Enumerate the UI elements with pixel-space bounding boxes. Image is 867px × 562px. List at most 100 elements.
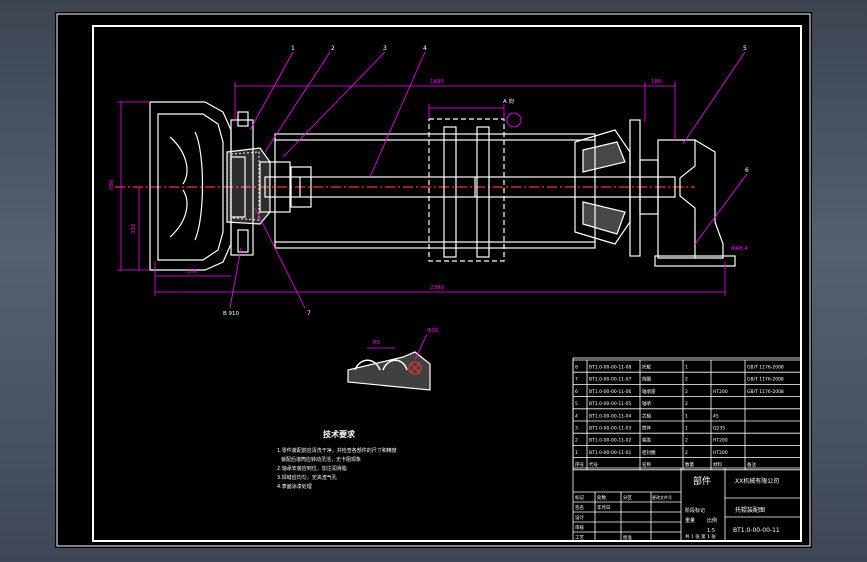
bom-header-cell: 数量 bbox=[685, 461, 694, 468]
bom-cell: HT200 bbox=[713, 389, 728, 395]
bom-cell: 筒体 bbox=[642, 425, 651, 432]
sheet-info: 共 1 张 第 1 张 bbox=[685, 533, 716, 540]
bom-cell: 45 bbox=[713, 413, 719, 419]
sign-cell-1: 标记 bbox=[575, 494, 584, 501]
bom-header-cell: 序号 bbox=[575, 461, 584, 468]
title-block-text: 部件 XX机械有限公司 托辊装配图 BT1.0-00-00-11 阶段标记 重量… bbox=[575, 475, 780, 541]
right-flange bbox=[629, 119, 641, 257]
leader-4 bbox=[369, 51, 426, 178]
leader-number-2: 2 bbox=[331, 45, 335, 52]
sign-cell-4: 更改文件号 bbox=[652, 494, 672, 500]
leader-number-6: 6 bbox=[745, 167, 749, 174]
bom-cell: 1 bbox=[685, 426, 688, 432]
dim-text-top-span: 1890 bbox=[430, 79, 444, 85]
motor-coupling bbox=[657, 139, 696, 259]
bom-cell: 3 bbox=[575, 426, 578, 432]
detail-label-right: Φ36 bbox=[427, 328, 439, 334]
assembly-name: 托辊装配图 bbox=[735, 506, 765, 514]
stage-marks: 阶段标记 bbox=[685, 507, 705, 514]
part-name: 部件 bbox=[693, 475, 711, 487]
bom-cell: 2 bbox=[685, 389, 688, 395]
bom-cell: BT1.0-00-00-11-08 bbox=[589, 365, 632, 371]
bom-cell: 1 bbox=[575, 450, 578, 456]
bom-cell: 密封圈 bbox=[642, 449, 656, 456]
bom-cell: BT1.0-00-00-11-07 bbox=[589, 377, 632, 383]
leader-view bbox=[229, 247, 242, 309]
bom-cell: 2 bbox=[575, 438, 578, 444]
leader-5 bbox=[682, 51, 746, 145]
drawing-canvas: 1 2 3 4 5 6 7 1890 180 2380 100 680 310 … bbox=[56, 13, 811, 547]
bom-cell: BT1.0-00-00-11-04 bbox=[589, 413, 632, 419]
drawing-number: BT1.0-00-00-11 bbox=[733, 527, 780, 534]
dim-text-bottom-left: 100 bbox=[187, 269, 198, 275]
bom-cell: 端盖 bbox=[642, 437, 651, 444]
leader-number-4: 4 bbox=[423, 45, 427, 52]
sign-cell-5: 签名 bbox=[575, 504, 584, 511]
view-label: B 910 bbox=[223, 311, 240, 317]
scale-value: 1:5 bbox=[707, 528, 715, 534]
tech-note-4: 3.焊缝应均匀，无夹渣气孔 bbox=[277, 474, 337, 481]
pulley-web-curve bbox=[194, 131, 204, 241]
role-review: 审核 bbox=[575, 524, 584, 531]
role-design: 设计 bbox=[575, 514, 584, 521]
bom-cell: 托辊 bbox=[642, 364, 651, 371]
bom-cell: BT1.0-00-00-11-06 bbox=[589, 389, 632, 395]
tech-note-5: 4.表面涂漆处理 bbox=[277, 483, 312, 490]
bom-cell: 1 bbox=[685, 413, 688, 419]
leader-number-7: 7 bbox=[307, 310, 311, 317]
bom-cell: GB/T 1176-2008 bbox=[747, 389, 784, 395]
tech-requirements: 技术要求 1.零件装配前应清洗干净，并检查各部件的尺寸和精度 装配后滚筒应转动灵… bbox=[277, 429, 397, 490]
sign-cell-2: 处数 bbox=[597, 494, 606, 501]
bom-cell: GB/T 1176-2008 bbox=[747, 377, 784, 383]
role-process: 工艺 bbox=[575, 535, 584, 541]
bom-cell: GB/T 1176-2008 bbox=[747, 365, 784, 371]
bom-cell: BT1.0-00-00-11-05 bbox=[589, 401, 632, 407]
bom-cell: 芯轴 bbox=[642, 412, 651, 419]
assembly-view bbox=[115, 101, 736, 271]
bom-cell: BT1.0-00-00-11-03 bbox=[589, 426, 632, 432]
sign-cell-3: 分区 bbox=[623, 494, 632, 501]
bom-cell: 8 bbox=[575, 365, 578, 371]
weld-mark bbox=[506, 112, 522, 128]
left-flange-bottom-bolt bbox=[237, 229, 249, 253]
section-label: A 向 bbox=[503, 97, 514, 105]
left-bearing bbox=[226, 147, 271, 225]
leader-number-5: 5 bbox=[743, 45, 747, 52]
bom-cell: HT200 bbox=[713, 450, 728, 456]
right-bearing-upper bbox=[582, 141, 626, 173]
bom-cell: HT200 bbox=[713, 438, 728, 444]
inner-plate-b bbox=[476, 126, 490, 258]
bom-table-text: 8 BT1.0-00-00-11-08 托辊 1 GB/T 1176-2008 7 BT1.… bbox=[575, 364, 784, 469]
cad-viewport: 1 2 3 4 5 6 7 1890 180 2380 100 680 310 … bbox=[0, 0, 867, 562]
bom-cell: 2 bbox=[685, 401, 688, 407]
bom-cell: 2 bbox=[685, 377, 688, 383]
bom-header-cell: 代号 bbox=[589, 461, 598, 468]
inner-frame bbox=[92, 25, 802, 542]
tech-note-2: 装配后滚筒应转动灵活，无卡阻现象 bbox=[281, 456, 361, 463]
leader-number-3: 3 bbox=[383, 45, 387, 52]
bom-cell: 挡圈 bbox=[642, 376, 651, 383]
bom-cell: 4 bbox=[575, 413, 578, 419]
company-name: XX机械有限公司 bbox=[735, 477, 779, 485]
dim-text-left-h2: 310 bbox=[131, 223, 137, 234]
role-approve: 批准 bbox=[623, 534, 632, 541]
bom-cell: 轴承座 bbox=[642, 388, 656, 395]
leader-6 bbox=[694, 173, 748, 245]
coupling-bracket bbox=[694, 139, 724, 259]
dim-text-top-right: 180 bbox=[651, 79, 662, 85]
bom-cell: BT1.0-00-00-11-02 bbox=[589, 438, 632, 444]
dim-text-right-note: Φ48.4 bbox=[731, 246, 748, 252]
left-flange-top-bolt bbox=[237, 111, 249, 127]
bom-header-cell: 材料 bbox=[713, 461, 722, 468]
leader-number-1: 1 bbox=[291, 45, 295, 52]
bom-header-cell: 备注 bbox=[747, 461, 756, 468]
leader-3 bbox=[282, 51, 386, 158]
dim-text-left-h1: 680 bbox=[109, 179, 115, 190]
tech-note-1: 1.零件装配前应清洗干净，并检查各部件的尺寸和精度 bbox=[277, 447, 397, 454]
sign-cell-6: 年月日 bbox=[597, 504, 611, 511]
drum-shell-bottom bbox=[274, 241, 596, 249]
scale-label: 比例 bbox=[707, 517, 717, 524]
leader-7 bbox=[254, 207, 306, 309]
bom-header-cell: 名称 bbox=[642, 461, 651, 468]
dimension-layer bbox=[117, 51, 748, 309]
